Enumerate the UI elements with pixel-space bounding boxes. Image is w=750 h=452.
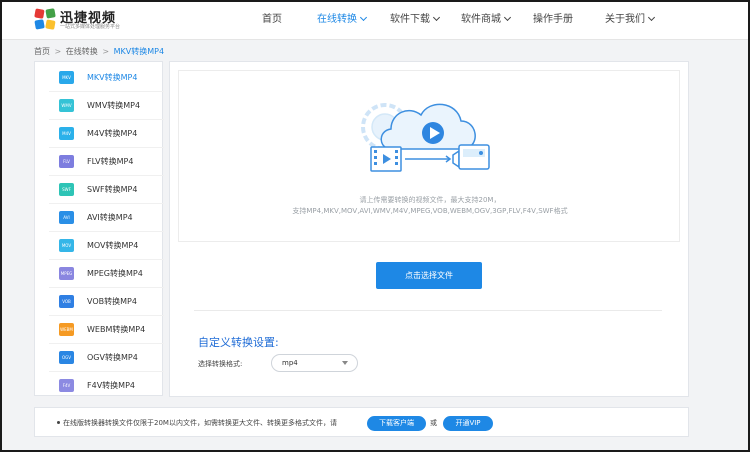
mov-file-icon: MOV: [59, 239, 74, 252]
chevron-down-icon: [359, 13, 368, 22]
f4v-file-icon: F4V: [59, 379, 74, 392]
chevron-down-icon: [503, 13, 512, 22]
nav-software-store[interactable]: 软件商城: [461, 0, 512, 40]
breadcrumb-separator: >: [54, 47, 62, 56]
nav-about-us-label: 关于我们: [605, 14, 645, 25]
converter-panel: 请上传需要转换的视频文件，最大支持20M， 支持MP4,MKV,MOV,AVI,…: [169, 61, 689, 397]
sidebar-item-label: MPEG转换MP4: [87, 269, 143, 278]
nav-online-convert[interactable]: 在线转换: [317, 0, 368, 40]
sidebar-item-flv[interactable]: FLV FLV转换MP4: [49, 148, 164, 176]
chevron-down-icon: [432, 13, 441, 22]
sidebar-item-label: MKV转换MP4: [87, 73, 138, 82]
open-vip-button[interactable]: 开通VIP: [443, 416, 493, 431]
breadcrumb-online-convert[interactable]: 在线转换: [66, 47, 98, 56]
chevron-down-icon: [647, 13, 656, 22]
sidebar-item-label: F4V转换MP4: [87, 381, 135, 390]
breadcrumb: 首页 > 在线转换 > MKV转换MP4: [34, 46, 164, 57]
breadcrumb-separator: >: [102, 47, 110, 56]
sidebar-item-m4v[interactable]: M4V M4V转换MP4: [49, 120, 164, 148]
sidebar-item-ogv[interactable]: OGV OGV转换MP4: [49, 344, 164, 372]
swf-file-icon: SWF: [59, 183, 74, 196]
sidebar-item-label: WEBM转换MP4: [87, 325, 146, 334]
sidebar-item-label: VOB转换MP4: [87, 297, 137, 306]
notice-or-text: 或: [430, 419, 437, 427]
sidebar-item-mpeg[interactable]: MPEG MPEG转换MP4: [49, 260, 164, 288]
flv-file-icon: FLV: [59, 155, 74, 168]
sidebar-item-mkv[interactable]: MKV MKV转换MP4: [49, 64, 164, 92]
upload-dropzone[interactable]: 请上传需要转换的视频文件，最大支持20M， 支持MP4,MKV,MOV,AVI,…: [178, 70, 680, 242]
mpeg-file-icon: MPEG: [59, 267, 74, 280]
vob-file-icon: VOB: [59, 295, 74, 308]
logo-subtitle: 一站式多媒体处理服务平台: [60, 24, 121, 30]
nav-home-label: 首页: [262, 14, 282, 25]
logo[interactable]: 迅捷视频 一站式多媒体处理服务平台: [34, 8, 144, 32]
sidebar-item-label: OGV转换MP4: [87, 353, 138, 362]
nav-manual[interactable]: 操作手册: [533, 0, 573, 40]
sidebar-item-webm[interactable]: WEBM WEBM转换MP4: [49, 316, 164, 344]
sidebar-item-label: M4V转换MP4: [87, 129, 138, 138]
choose-file-button[interactable]: 点击选择文件: [376, 262, 482, 289]
sidebar-item-label: AVI转换MP4: [87, 213, 133, 222]
avi-file-icon: AVI: [59, 211, 74, 224]
sidebar-item-wmv[interactable]: WMV WMV转换MP4: [49, 92, 164, 120]
section-divider: [194, 310, 662, 311]
video-upload-illustration-icon: [361, 103, 490, 172]
bullet-icon: [57, 421, 60, 424]
format-sidebar: MKV MKV转换MP4 WMV WMV转换MP4 M4V M4V转换MP4 F…: [34, 61, 164, 396]
custom-settings-title: 自定义转换设置:: [198, 336, 279, 349]
sidebar-item-swf[interactable]: SWF SWF转换MP4: [49, 176, 164, 204]
format-label: 选择转换格式:: [198, 360, 243, 368]
sidebar-item-label: SWF转换MP4: [87, 185, 138, 194]
caret-down-icon: [342, 361, 348, 365]
notice-text: 在线版转换器转换文件仅限于20M以内文件，如需转换更大文件、转换更多格式文件，请: [63, 419, 337, 427]
top-header: 迅捷视频 一站式多媒体处理服务平台 首页 在线转换 软件下载 软件商城 操作手册…: [0, 0, 750, 40]
breadcrumb-current: MKV转换MP4: [113, 47, 165, 56]
sidebar-item-label: FLV转换MP4: [87, 157, 134, 166]
limit-notice: 在线版转换器转换文件仅限于20M以内文件，如需转换更大文件、转换更多格式文件，请…: [34, 407, 689, 437]
upload-hint-limit: 请上传需要转换的视频文件，最大支持20M，: [359, 196, 501, 204]
mkv-file-icon: MKV: [59, 71, 74, 84]
sidebar-item-avi[interactable]: AVI AVI转换MP4: [49, 204, 164, 232]
sidebar-item-vob[interactable]: VOB VOB转换MP4: [49, 288, 164, 316]
nav-home[interactable]: 首页: [262, 0, 282, 40]
sidebar-item-mov[interactable]: MOV MOV转换MP4: [49, 232, 164, 260]
sidebar-item-label: MOV转换MP4: [87, 241, 139, 250]
nav-software-download[interactable]: 软件下载: [390, 0, 441, 40]
sidebar-item-f4v[interactable]: F4V F4V转换MP4: [49, 372, 164, 400]
webm-file-icon: WEBM: [59, 323, 74, 336]
nav-software-download-label: 软件下载: [390, 14, 430, 25]
upload-hint-formats: 支持MP4,MKV,MOV,AVI,WMV,M4V,MPEG,VOB,WEBM,…: [292, 207, 568, 215]
breadcrumb-home[interactable]: 首页: [34, 47, 50, 56]
nav-software-store-label: 软件商城: [461, 14, 501, 25]
sidebar-item-label: WMV转换MP4: [87, 101, 141, 110]
nav-about-us[interactable]: 关于我们: [605, 0, 656, 40]
format-select[interactable]: mp4: [271, 354, 358, 372]
nav-online-convert-label: 在线转换: [317, 14, 357, 25]
logo-icon: [34, 8, 56, 30]
ogv-file-icon: OGV: [59, 351, 74, 364]
wmv-file-icon: WMV: [59, 99, 74, 112]
m4v-file-icon: M4V: [59, 127, 74, 140]
nav-manual-label: 操作手册: [533, 14, 573, 25]
format-select-value: mp4: [282, 359, 298, 367]
download-client-button[interactable]: 下载客户端: [367, 416, 426, 431]
